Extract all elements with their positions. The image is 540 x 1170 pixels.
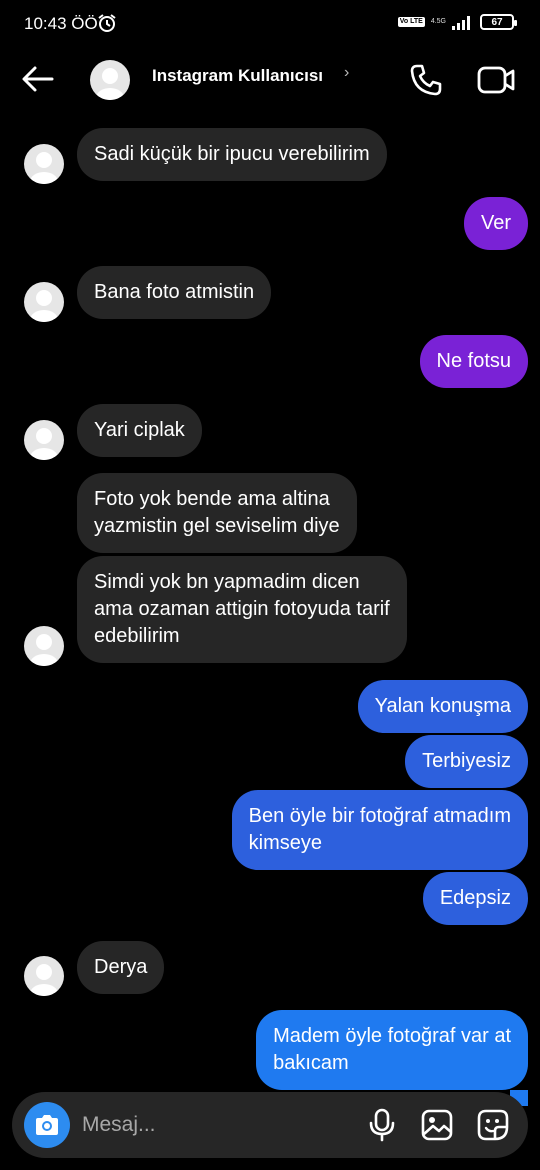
gallery-icon[interactable] bbox=[420, 1108, 454, 1142]
camera-icon bbox=[36, 1115, 58, 1135]
battery-level: 67 bbox=[491, 16, 503, 28]
contact-avatar[interactable] bbox=[90, 60, 130, 100]
battery-indicator: 67 bbox=[480, 14, 517, 30]
network-type: 4.5G bbox=[430, 18, 446, 25]
sticker-icon[interactable] bbox=[476, 1108, 510, 1142]
message-outgoing[interactable]: Terbiyesiz bbox=[405, 735, 528, 788]
message-incoming[interactable]: Derya bbox=[77, 941, 165, 994]
message-incoming[interactable]: Foto yok bende ama altina yazmistin gel … bbox=[77, 473, 357, 553]
phone-icon[interactable] bbox=[408, 62, 444, 98]
signal-icon bbox=[452, 16, 470, 30]
message-outgoing[interactable]: Ben öyle bir fotoğraf atmadım kimseye bbox=[231, 790, 528, 870]
message-outgoing[interactable]: Yalan konuşma bbox=[357, 680, 528, 733]
sender-avatar[interactable] bbox=[24, 626, 64, 666]
status-time: 10:43 ÖÖ bbox=[24, 14, 98, 33]
sender-avatar[interactable] bbox=[24, 420, 64, 460]
message-composer bbox=[12, 1092, 528, 1158]
message-incoming[interactable]: Sadi küçük bir ipucu verebilirim bbox=[77, 128, 387, 181]
message-outgoing[interactable]: Ver bbox=[463, 197, 528, 250]
contact-name[interactable]: Instagram Kullanıcısı bbox=[152, 66, 323, 86]
sender-avatar[interactable] bbox=[24, 282, 64, 322]
message-outgoing[interactable]: Ne fotsu bbox=[419, 335, 528, 388]
message-input[interactable] bbox=[82, 1110, 342, 1140]
camera-button[interactable] bbox=[24, 1102, 70, 1148]
microphone-icon[interactable] bbox=[366, 1108, 398, 1142]
alarm-icon bbox=[98, 14, 116, 32]
volte-badge: Vo LTE bbox=[397, 17, 425, 27]
back-arrow-icon[interactable] bbox=[20, 64, 56, 94]
message-outgoing[interactable]: Madem öyle fotoğraf var at bakıcam bbox=[256, 1010, 528, 1090]
message-incoming[interactable]: Bana foto atmistin bbox=[77, 266, 272, 319]
status-bar: 10:43 ÖÖ Vo LTE 4.5G 67 bbox=[0, 0, 540, 50]
message-incoming[interactable]: Yari ciplak bbox=[77, 404, 202, 457]
video-camera-icon[interactable] bbox=[476, 62, 516, 98]
message-outgoing[interactable]: Edepsiz bbox=[422, 872, 528, 925]
message-incoming[interactable]: Simdi yok bn yapmadim dicen ama ozaman a… bbox=[77, 556, 407, 663]
sender-avatar[interactable] bbox=[24, 956, 64, 996]
sender-avatar[interactable] bbox=[24, 144, 64, 184]
chat-header: Instagram Kullanıcısı › bbox=[0, 50, 540, 110]
chevron-right-icon[interactable]: › bbox=[344, 64, 349, 82]
